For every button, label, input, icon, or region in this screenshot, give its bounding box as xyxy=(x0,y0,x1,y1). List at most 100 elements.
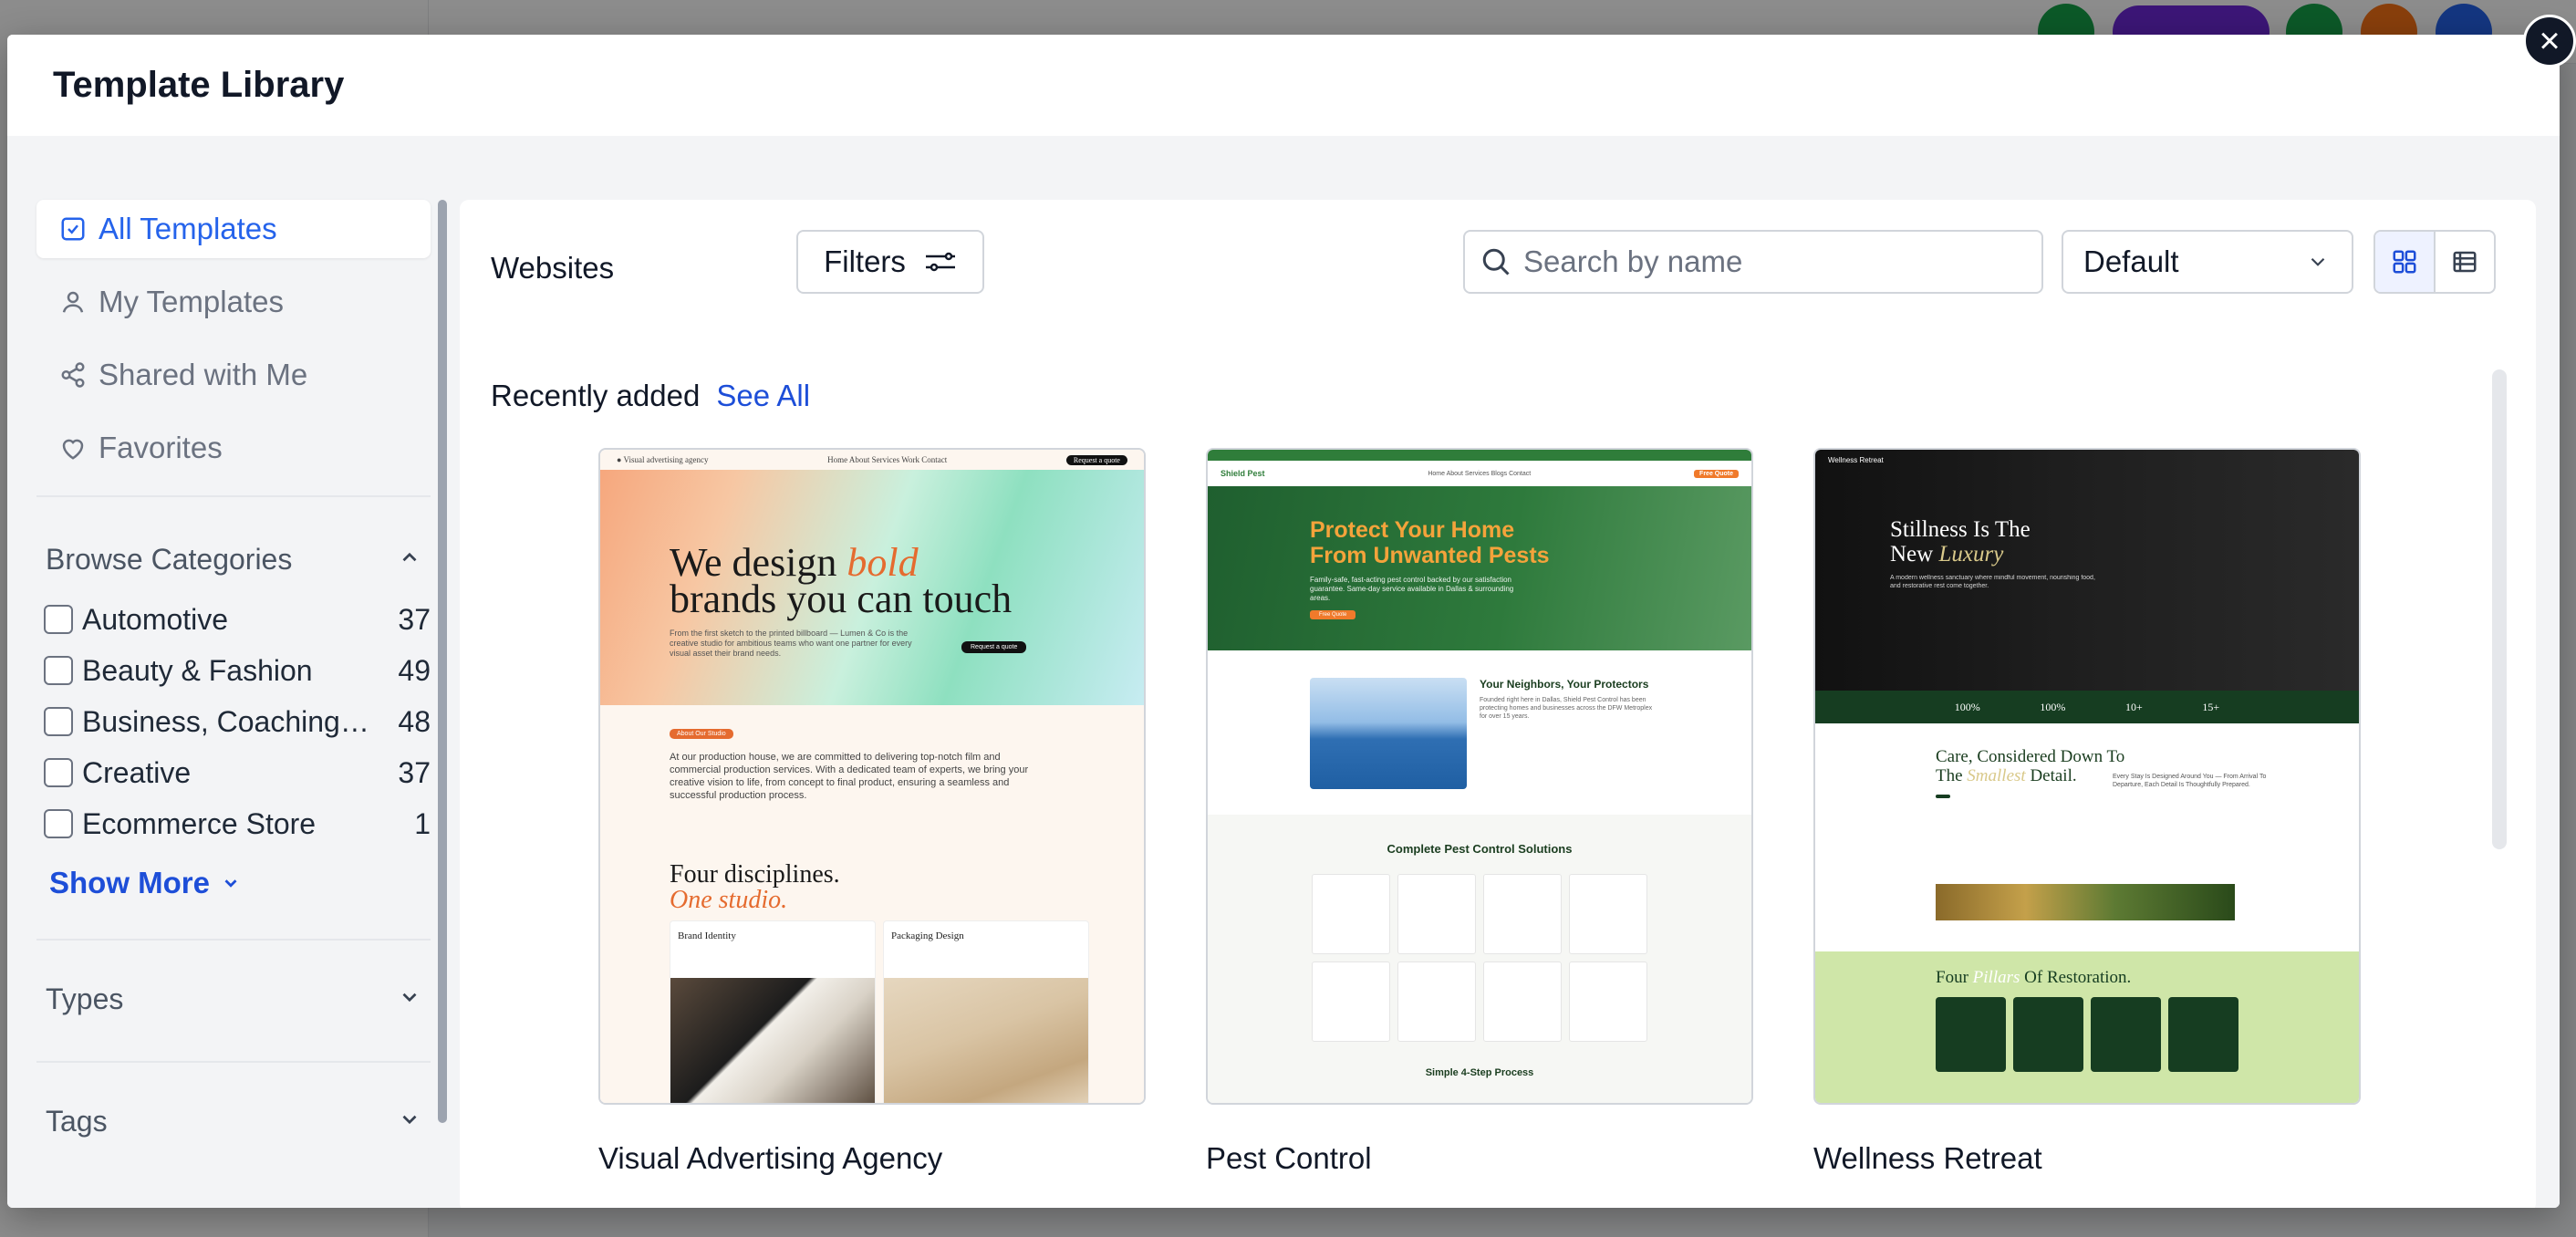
preview-hero: We design bold brands you can touch From… xyxy=(600,470,1144,705)
preview-tile-image xyxy=(670,978,875,1103)
preview-pillars-heading: Four Pillars Of Restoration. xyxy=(1936,968,2359,988)
preview-headline-part: New xyxy=(1890,542,1934,567)
preview-service-card xyxy=(1312,962,1390,1042)
preview-nav: Wellness Retreat xyxy=(1815,450,2359,470)
template-name[interactable]: Pest Control xyxy=(1206,1141,1753,1176)
chevron-up-icon xyxy=(398,543,421,577)
preview-heading-part: Of Restoration. xyxy=(2024,968,2132,987)
preview-headline-part: Stillness Is The xyxy=(1890,517,2031,542)
category-checkbox[interactable] xyxy=(44,707,73,736)
nav-label: Shared with Me xyxy=(99,358,308,391)
chevron-down-icon xyxy=(221,873,241,893)
preview-intro: Family-safe, fast-acting pest control ba… xyxy=(1310,576,1514,602)
types-toggle[interactable]: Types xyxy=(36,964,431,1034)
preview-hero-button: Free Quote xyxy=(1310,610,1356,619)
preview-care-text: Every Stay Is Designed Around You — From… xyxy=(2113,774,2267,788)
category-row[interactable]: Business, Coaching & Consulting 48 xyxy=(36,696,431,747)
nav-all-templates[interactable]: All Templates xyxy=(36,200,431,258)
template-library-modal: Template Library All Templates My Templa… xyxy=(7,35,2560,1208)
preview-stat: 100% xyxy=(1954,700,1980,713)
section-title: Websites xyxy=(491,251,615,285)
template-card[interactable]: ● Visual advertising agency Home About S… xyxy=(598,448,1146,1176)
search-box[interactable] xyxy=(1463,230,2043,294)
preview-tile: Packaging Design xyxy=(883,920,1089,1103)
preview-logo: ● Visual advertising agency xyxy=(617,455,709,464)
category-count: 48 xyxy=(398,704,431,738)
template-preview[interactable]: ● Visual advertising agency Home About S… xyxy=(598,448,1146,1105)
preview-care-section: Care, Considered Down To The Smallest De… xyxy=(1815,723,2359,951)
checkbox-icon xyxy=(57,213,89,245)
category-count: 49 xyxy=(398,653,431,687)
preview-heading-emphasis: One studio. xyxy=(670,886,788,914)
category-checkbox[interactable] xyxy=(44,656,73,685)
preview-pillar-card xyxy=(2091,997,2161,1072)
filters-label: Filters xyxy=(824,244,906,278)
tags-title: Tags xyxy=(46,1104,108,1138)
nav-shared-with-me[interactable]: Shared with Me xyxy=(36,346,431,404)
preview-stat: 100% xyxy=(2040,700,2066,713)
preview-service-card xyxy=(1483,874,1562,954)
modal-header: Template Library xyxy=(7,35,2560,136)
content-scrollbar[interactable] xyxy=(2492,369,2507,849)
modal-title: Template Library xyxy=(53,65,345,105)
template-preview[interactable]: Shield Pest Home About Services Blogs Co… xyxy=(1206,448,1753,1105)
see-all-link[interactable]: See All xyxy=(716,379,810,413)
preview-pillars-section: Four Pillars Of Restoration. xyxy=(1815,951,2359,1103)
template-card[interactable]: Wellness Retreat Stillness Is The New Lu… xyxy=(1813,448,2361,1176)
preview-heading-emphasis: Smallest xyxy=(1967,766,2026,785)
preview-stat: 15+ xyxy=(2202,700,2220,713)
sidebar-divider xyxy=(36,495,431,497)
search-input[interactable] xyxy=(1523,244,2034,279)
category-checkbox[interactable] xyxy=(44,809,73,838)
template-name[interactable]: Visual Advertising Agency xyxy=(598,1141,1146,1176)
preview-services-title: Complete Pest Control Solutions xyxy=(1387,842,1573,856)
close-modal-button[interactable]: × xyxy=(2523,15,2576,68)
preview-tiles: Brand Identity Packaging Design xyxy=(670,920,1144,1103)
preview-stats: 100% 100% 10+ 15+ xyxy=(1815,691,2359,723)
show-more-label: Show More xyxy=(49,866,211,899)
sort-select[interactable]: Default xyxy=(2062,230,2353,294)
category-row[interactable]: Creative 37 xyxy=(36,747,431,798)
preview-nav: ● Visual advertising agency Home About S… xyxy=(600,450,1144,470)
list-view-button[interactable] xyxy=(2434,232,2494,292)
template-preview[interactable]: Wellness Retreat Stillness Is The New Lu… xyxy=(1813,448,2361,1105)
category-checkbox[interactable] xyxy=(44,758,73,787)
share-icon xyxy=(57,359,89,391)
show-more-button[interactable]: Show More xyxy=(36,849,431,917)
preview-about-section: Your Neighbors, Your Protectors Founded … xyxy=(1208,650,1751,815)
preview-about: At our production house, we are committe… xyxy=(670,752,1029,801)
preview-nav-links: Home About Services Blogs Contact xyxy=(1428,470,1532,477)
template-card[interactable]: Shield Pest Home About Services Blogs Co… xyxy=(1206,448,1753,1176)
category-count: 37 xyxy=(398,602,431,636)
category-row[interactable]: Beauty & Fashion 49 xyxy=(36,645,431,696)
category-label: Ecommerce Store xyxy=(82,806,317,840)
template-name[interactable]: Wellness Retreat xyxy=(1813,1141,2361,1176)
sidebar-scrollbar[interactable] xyxy=(438,200,447,1123)
category-count: 37 xyxy=(398,755,431,789)
category-label: Beauty & Fashion xyxy=(82,653,313,687)
tags-toggle[interactable]: Tags xyxy=(36,1086,431,1156)
close-icon: × xyxy=(2539,21,2560,61)
preview-heading-part: The xyxy=(1936,766,1963,785)
preview-heading-part: Care, Considered Down To xyxy=(1936,747,2125,766)
category-checkbox[interactable] xyxy=(44,605,73,634)
preview-stat: 10+ xyxy=(2125,700,2143,713)
user-icon xyxy=(57,286,89,318)
preview-nav-links: Home About Services Work Contact xyxy=(827,455,948,464)
preview-service-card xyxy=(1569,962,1647,1042)
filters-button[interactable]: Filters xyxy=(796,230,984,294)
preview-pillar-cards xyxy=(1936,997,2359,1072)
preview-headline-emphasis: Luxury xyxy=(1938,542,2004,567)
preview-cta: Request a quote xyxy=(1065,454,1127,465)
sidebar: All Templates My Templates Shared with M… xyxy=(36,200,431,1185)
grid-view-button[interactable] xyxy=(2375,232,2434,292)
category-row[interactable]: Ecommerce Store 1 xyxy=(36,798,431,849)
browse-categories-toggle[interactable]: Browse Categories xyxy=(36,525,431,594)
category-row[interactable]: Automotive 37 xyxy=(36,594,431,645)
recently-added-label: Recently added xyxy=(491,379,701,412)
preview-service-card xyxy=(1312,874,1390,954)
nav-my-templates[interactable]: My Templates xyxy=(36,273,431,331)
chevron-down-icon xyxy=(2306,250,2330,274)
preview-tile: Brand Identity xyxy=(670,920,876,1103)
nav-favorites[interactable]: Favorites xyxy=(36,419,431,477)
